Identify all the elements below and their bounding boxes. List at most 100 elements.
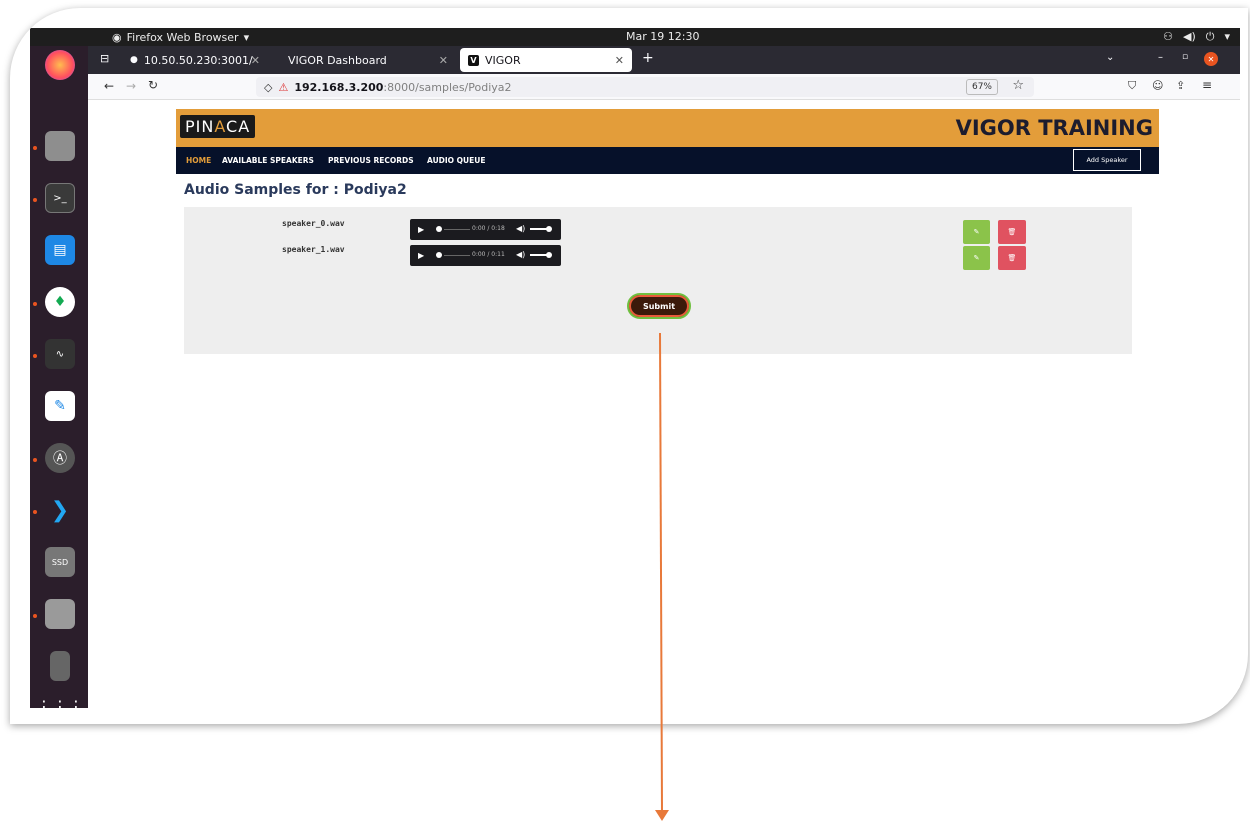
audio-player[interactable]: ▶ 0:00 / 0:11 ◀) <box>410 245 561 266</box>
logo-part: CA <box>226 117 251 136</box>
logo-part: PIN <box>185 117 215 136</box>
extensions-icon[interactable]: ⇪ <box>1176 79 1185 92</box>
running-indicator <box>33 458 37 462</box>
sample-file-name: speaker_0.wav <box>282 219 345 228</box>
files-icon[interactable] <box>45 131 75 161</box>
tab-vigor-dashboard[interactable]: VIGOR Dashboard ✕ <box>280 48 456 72</box>
delete-button[interactable]: 🗑 <box>998 246 1026 270</box>
screenshot-frame: ◉ Firefox Web Browser ▾ Mar 19 12:30 ⚇ ◀… <box>10 8 1248 724</box>
url-host: 192.168.3.200 <box>294 80 384 94</box>
tab-label: VIGOR Dashboard <box>288 53 387 67</box>
nav-previous-records[interactable]: PREVIOUS RECORDS <box>328 156 414 165</box>
volume-icon[interactable]: ◀) <box>516 224 525 233</box>
app-menu-label: Firefox Web Browser <box>126 30 239 44</box>
nav-audio-queue[interactable]: AUDIO QUEUE <box>427 156 485 165</box>
seek-track[interactable] <box>444 229 470 230</box>
vigor-favicon-icon: V <box>468 54 479 66</box>
list-all-tabs-icon[interactable]: ⌄ <box>1106 52 1114 63</box>
system-tray[interactable]: ⚇ ◀) ⏻ ▾ <box>1163 30 1230 44</box>
tab-label: VIGOR <box>485 53 521 67</box>
volume-handle[interactable] <box>546 252 552 258</box>
url-path: :8000/samples/Podiya2 <box>383 80 512 94</box>
desktop: ◉ Firefox Web Browser ▾ Mar 19 12:30 ⚇ ◀… <box>30 28 1240 708</box>
volume-icon: ◀) <box>1183 30 1196 43</box>
chevron-down-icon: ▾ <box>1224 30 1230 43</box>
page-icon: ● <box>130 55 138 65</box>
close-tab-icon[interactable]: ✕ <box>615 54 624 67</box>
navigation-toolbar: ← → ↻ ◇ ⚠ 192.168.3.200:8000/samples/Pod… <box>30 74 1240 100</box>
play-icon[interactable]: ▶ <box>418 251 424 260</box>
ubuntu-top-bar: ◉ Firefox Web Browser ▾ Mar 19 12:30 ⚇ ◀… <box>30 28 1240 46</box>
back-icon[interactable]: ← <box>104 79 114 93</box>
firefox-icon: ◉ <box>112 30 122 44</box>
system-monitor-icon[interactable]: ∿ <box>45 339 75 369</box>
seek-handle[interactable] <box>436 252 442 258</box>
site-header: PINACA VIGOR TRAINING <box>176 109 1159 147</box>
seek-handle[interactable] <box>436 226 442 232</box>
mongodb-compass-icon[interactable]: ♦ <box>45 287 75 317</box>
play-icon[interactable]: ▶ <box>418 225 424 234</box>
menu-icon[interactable]: ≡ <box>1202 78 1212 92</box>
vscode-icon[interactable]: ❯ <box>45 495 75 525</box>
chevron-down-icon: ▾ <box>243 30 250 44</box>
ubuntu-dock: >_ ▤ ♦ ∿ ✎ Ⓐ ❯ SSD ⋮⋮⋮ <box>30 46 88 708</box>
terminal-icon[interactable]: >_ <box>45 183 75 213</box>
reload-icon[interactable]: ↻ <box>148 78 158 92</box>
app-menu[interactable]: ◉ Firefox Web Browser ▾ <box>112 31 249 44</box>
usb-drive-icon[interactable] <box>50 651 70 681</box>
site-nav: HOME AVAILABLE SPEAKERS PREVIOUS RECORDS… <box>176 147 1159 174</box>
close-window-icon[interactable]: ✕ <box>1204 52 1218 66</box>
running-indicator <box>33 614 37 618</box>
shield-icon: ◇ <box>264 80 273 94</box>
running-indicator <box>33 302 37 306</box>
insecure-lock-icon: ⚠ <box>278 80 289 94</box>
tab-strip: ⊟ ● 10.50.50.230:3001/ ✕ VIGOR Dashboard… <box>30 46 1240 74</box>
add-speaker-button[interactable]: Add Speaker <box>1073 149 1141 171</box>
arrow-head <box>655 810 669 821</box>
edit-button[interactable]: ✎ <box>963 220 990 244</box>
forward-icon[interactable]: → <box>126 79 136 93</box>
close-tab-icon[interactable]: ✕ <box>439 54 448 67</box>
software-center-icon[interactable]: Ⓐ <box>45 443 75 473</box>
seek-track[interactable] <box>444 255 470 256</box>
tab-label: 10.50.50.230:3001/ <box>143 53 253 67</box>
firefox-dock-icon[interactable] <box>45 50 75 80</box>
new-tab-icon[interactable]: + <box>642 50 654 66</box>
volume-icon[interactable]: ◀) <box>516 250 525 259</box>
tab-vigor[interactable]: V VIGOR ✕ <box>460 48 632 72</box>
submit-button[interactable]: Submit <box>627 293 691 319</box>
audio-player[interactable]: ▶ 0:00 / 0:18 ◀) <box>410 219 561 240</box>
minimize-icon[interactable]: – <box>1158 52 1163 63</box>
app-grid-icon[interactable]: ⋮⋮⋮ <box>36 691 84 709</box>
power-icon: ⏻ <box>1205 30 1215 43</box>
account-icon[interactable]: ☺ <box>1152 79 1163 92</box>
drive-icon[interactable] <box>45 599 75 629</box>
tab-list-icon[interactable]: ⊟ <box>100 52 109 65</box>
running-indicator <box>33 510 37 514</box>
tab-first[interactable]: ● 10.50.50.230:3001/ ✕ <box>122 48 268 72</box>
zoom-level[interactable]: 67% <box>965 79 998 95</box>
ssd-drive-icon[interactable]: SSD <box>45 547 75 577</box>
network-icon: ⚇ <box>1163 30 1173 43</box>
player-time: 0:00 / 0:18 <box>472 225 505 232</box>
restore-icon[interactable]: ▫ <box>1182 52 1188 62</box>
web-page: PINACA VIGOR TRAINING HOME AVAILABLE SPE… <box>88 100 1240 708</box>
address-bar[interactable]: ◇ ⚠ 192.168.3.200:8000/samples/Podiya2 6… <box>256 77 1034 97</box>
clock[interactable]: Mar 19 12:30 <box>626 30 699 43</box>
nav-available-speakers[interactable]: AVAILABLE SPEAKERS <box>222 156 314 165</box>
running-indicator <box>33 146 37 150</box>
pinaca-logo[interactable]: PINACA <box>180 115 256 138</box>
bookmark-star-icon[interactable]: ☆ <box>1012 78 1024 93</box>
nav-home[interactable]: HOME <box>186 156 211 165</box>
logo-accent: A <box>214 117 227 136</box>
volume-handle[interactable] <box>546 226 552 232</box>
writer-icon[interactable]: ▤ <box>45 235 75 265</box>
edit-button[interactable]: ✎ <box>963 246 990 270</box>
player-time: 0:00 / 0:11 <box>472 251 505 258</box>
page-title: Audio Samples for : Podiya2 <box>184 182 407 198</box>
pocket-icon[interactable]: ⛉ <box>1128 79 1136 93</box>
delete-button[interactable]: 🗑 <box>998 220 1026 244</box>
brand-title: VIGOR TRAINING <box>955 116 1153 140</box>
text-editor-icon[interactable]: ✎ <box>45 391 75 421</box>
close-tab-icon[interactable]: ✕ <box>251 54 260 67</box>
